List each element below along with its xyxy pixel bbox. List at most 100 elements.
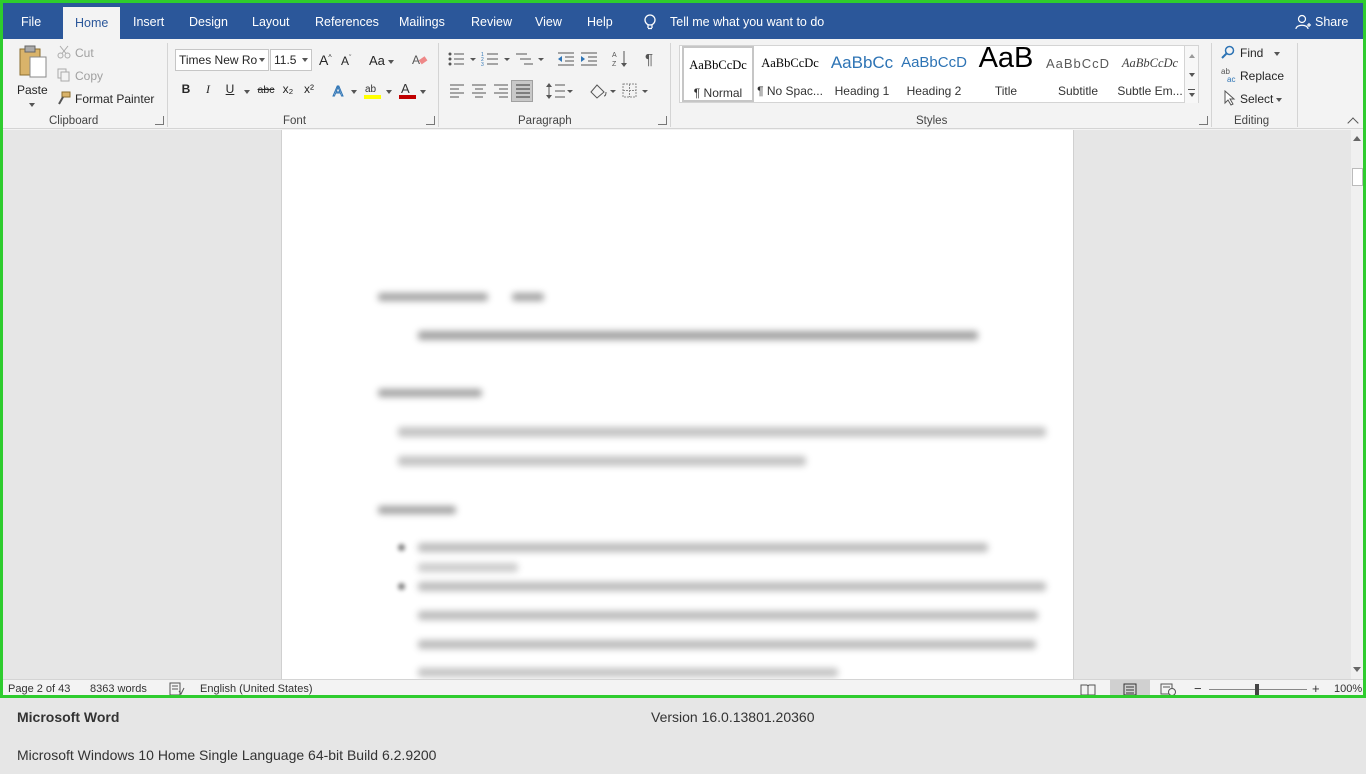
line-spacing-icon[interactable] [545, 82, 575, 100]
highlighter-icon[interactable]: ab [363, 81, 383, 101]
product-name: Microsoft Word [17, 709, 120, 725]
style-preview: AaBbCcD [1045, 56, 1111, 71]
styles-scroll-down[interactable] [1184, 65, 1198, 84]
underline-button[interactable]: U [221, 82, 239, 96]
multilevel-list-icon[interactable] [515, 51, 547, 67]
numbering-icon[interactable]: 123 [481, 51, 513, 67]
tab-home[interactable]: Home [63, 7, 121, 39]
sort-icon[interactable]: AZ [612, 50, 628, 68]
italic-button[interactable]: I [199, 82, 217, 97]
clipboard-launcher[interactable] [155, 116, 164, 125]
tab-mailings[interactable]: Mailings [399, 3, 445, 39]
styles-scroll-up[interactable] [1184, 46, 1198, 65]
svg-text:Z: Z [612, 61, 617, 68]
print-layout-button[interactable] [1110, 680, 1150, 695]
read-mode-icon[interactable] [1080, 683, 1096, 696]
tab-layout[interactable]: Layout [252, 3, 290, 39]
select-dropdown [1276, 98, 1282, 102]
align-center-icon[interactable] [471, 84, 487, 98]
cut-button[interactable]: Cut [57, 44, 117, 62]
paste-button[interactable]: Paste [13, 43, 51, 109]
style-normal[interactable]: AaBbCcDc ¶ Normal [682, 46, 754, 102]
styles-more-button[interactable] [1184, 84, 1198, 103]
svg-text:ab: ab [365, 84, 377, 95]
lightbulb-icon [644, 14, 656, 30]
vertical-scrollbar[interactable] [1351, 130, 1363, 679]
scroll-up-arrow[interactable] [1353, 136, 1361, 141]
styles-launcher[interactable] [1199, 116, 1208, 125]
bold-button[interactable]: B [177, 82, 195, 96]
paragraph-launcher[interactable] [658, 116, 667, 125]
tab-review[interactable]: Review [471, 3, 512, 39]
font-launcher[interactable] [426, 116, 435, 125]
align-left-icon[interactable] [449, 84, 465, 98]
document-page[interactable] [281, 130, 1074, 679]
justify-button[interactable] [511, 80, 533, 102]
group-separator [670, 43, 671, 127]
align-right-icon[interactable] [493, 84, 509, 98]
language-indicator[interactable]: English (United States) [200, 683, 313, 695]
superscript-button[interactable]: x² [300, 82, 318, 96]
show-formatting-marks-button[interactable]: ¶ [645, 51, 653, 68]
page-count[interactable]: Page 2 of 43 [8, 683, 70, 695]
style-title[interactable]: AaB Title [970, 42, 1042, 102]
font-color-icon[interactable]: A [398, 81, 418, 101]
font-name-combo[interactable]: Times New Ro [175, 49, 269, 71]
format-painter-label: Format Painter [75, 92, 155, 106]
font-size-combo[interactable]: 11.5 [270, 49, 312, 71]
style-heading-1[interactable]: AaBbCc Heading 1 [826, 46, 898, 102]
bullets-icon[interactable] [447, 51, 479, 67]
status-bar: Page 2 of 43 8363 words English (United … [3, 679, 1363, 696]
share-button[interactable]: Share [1295, 3, 1348, 39]
style-heading-2[interactable]: AaBbCcD Heading 2 [898, 46, 970, 102]
tab-design[interactable]: Design [189, 3, 228, 39]
word-count[interactable]: 8363 words [90, 683, 147, 695]
replace-button[interactable]: ab ac Replace [1221, 67, 1291, 85]
font-group-label: Font [283, 115, 307, 127]
subscript-button[interactable]: x₂ [279, 82, 297, 96]
svg-text:3: 3 [481, 62, 484, 67]
grow-font-button[interactable]: A^ [319, 52, 332, 68]
underline-dropdown[interactable] [244, 90, 250, 94]
increase-indent-icon[interactable] [580, 51, 598, 67]
clear-formatting-icon[interactable]: A [411, 52, 429, 68]
shrink-font-button[interactable]: Aˇ [341, 54, 351, 68]
style-subtitle[interactable]: AaBbCcD Subtitle [1042, 46, 1114, 102]
font-color-dropdown[interactable] [420, 90, 426, 94]
tab-view[interactable]: View [535, 3, 562, 39]
text-effects-icon[interactable]: A [331, 82, 349, 101]
blurred-text [418, 582, 1046, 591]
tab-insert[interactable]: Insert [133, 3, 164, 39]
zoom-out-button[interactable]: − [1194, 681, 1202, 695]
change-case-dropdown[interactable] [388, 60, 394, 64]
select-button[interactable]: Select [1221, 90, 1291, 108]
find-button[interactable]: Find [1221, 44, 1291, 62]
scissors-icon [57, 45, 71, 59]
web-layout-icon[interactable] [1160, 683, 1176, 696]
style-subtle-emphasis[interactable]: AaBbCcDc Subtle Em... [1114, 46, 1186, 102]
style-no-spacing[interactable]: AaBbCcDc ¶ No Spac... [754, 46, 826, 102]
copy-button[interactable]: Copy [57, 67, 117, 85]
scroll-down-arrow[interactable] [1353, 667, 1361, 672]
borders-icon[interactable] [622, 82, 652, 100]
tab-help[interactable]: Help [587, 3, 613, 39]
zoom-level[interactable]: 100% [1334, 683, 1362, 695]
collapse-ribbon-button[interactable] [1347, 117, 1359, 129]
change-case-button[interactable]: Aa [369, 53, 385, 68]
magnifier-icon [1221, 45, 1235, 59]
tab-references[interactable]: References [315, 3, 379, 39]
highlight-dropdown[interactable] [386, 90, 392, 94]
style-name: ¶ No Spac... [757, 84, 823, 98]
text-effects-dropdown[interactable] [351, 90, 357, 94]
zoom-in-button[interactable]: + [1312, 681, 1320, 695]
strikethrough-button[interactable]: abc [255, 84, 277, 96]
zoom-slider-thumb[interactable] [1255, 684, 1259, 695]
decrease-indent-icon[interactable] [557, 51, 575, 67]
tab-file[interactable]: File [21, 3, 41, 39]
copy-label: Copy [75, 69, 104, 83]
proofing-icon[interactable] [169, 682, 185, 696]
format-painter-button[interactable]: Format Painter [57, 90, 157, 108]
font-name-value: Times New Ro [179, 53, 258, 67]
scroll-thumb[interactable] [1352, 168, 1363, 186]
shading-icon[interactable] [588, 82, 618, 100]
